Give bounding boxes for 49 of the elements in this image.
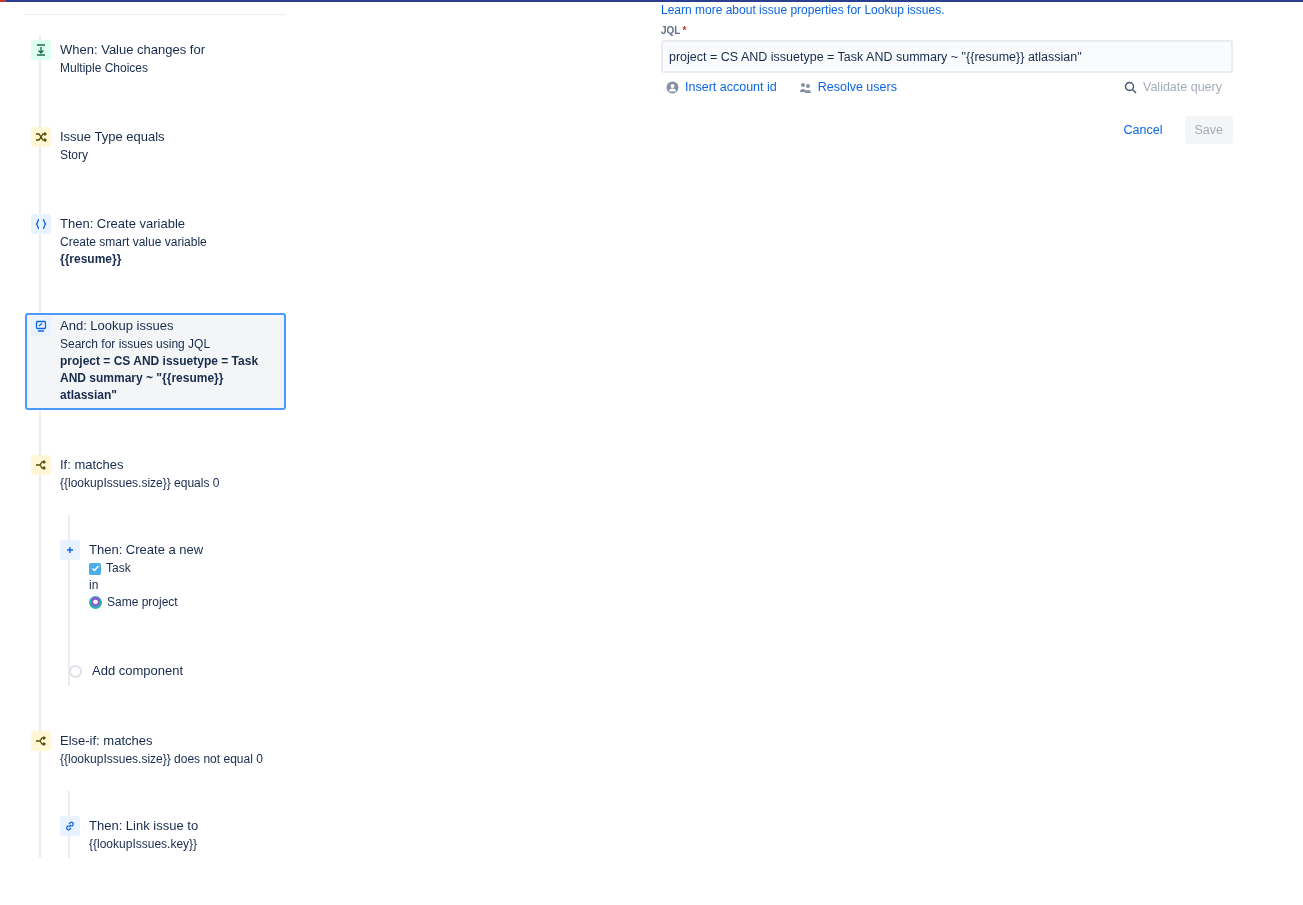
rule-title: Else-if: matches bbox=[60, 732, 154, 750]
condition-icon bbox=[31, 127, 51, 147]
link-icon bbox=[60, 816, 80, 836]
plus-icon bbox=[60, 540, 80, 560]
rule-title: If: matches bbox=[60, 456, 125, 474]
rule-title: And: Lookup issues bbox=[60, 317, 175, 335]
checkbox-icon bbox=[89, 562, 101, 575]
rule-detail: project = CS AND issuetype = Task AND summary ~ "{{resume}} atlassian" bbox=[60, 353, 260, 404]
field-label: JQL bbox=[661, 25, 681, 36]
rule-card[interactable]: And: Lookup issues Search for issues using JQL project = CS AND issuetype = Task AND summary ~ "{{resume}} atlassian" bbox=[25, 313, 286, 410]
learn-more-link[interactable]: Learn more about issue properties for Lookup issues. bbox=[661, 3, 945, 17]
rule-title: Then: Create variable bbox=[60, 215, 186, 233]
rule-detail: Search for issues using JQL bbox=[60, 336, 212, 353]
issue-type-label: Task bbox=[106, 560, 131, 577]
rule-detail: Multiple Choices bbox=[60, 60, 150, 77]
cancel-button[interactable]: Cancel bbox=[1113, 116, 1173, 144]
jql-input-field[interactable]: project = CS AND issuetype = Task AND summary ~ "{{resume}} atlassian" bbox=[661, 40, 1233, 73]
rule-card[interactable]: When: Value changes for Multiple Choices bbox=[25, 35, 286, 82]
required-mark: * bbox=[682, 25, 687, 36]
add-component-link[interactable]: Add component bbox=[92, 661, 184, 681]
project-label: Same project bbox=[107, 594, 178, 611]
variable-icon bbox=[31, 214, 51, 234]
branch-icon bbox=[31, 731, 51, 751]
search-icon bbox=[1124, 80, 1137, 94]
rule-detail: in bbox=[89, 577, 100, 594]
rule-title: Issue Type equals bbox=[60, 128, 165, 146]
trigger-icon bbox=[31, 40, 51, 60]
rule-title: Then: Create a new bbox=[89, 541, 204, 559]
project-avatar-icon bbox=[89, 596, 102, 609]
rule-card[interactable]: Then: Link issue to {{lookupIssues.key}} bbox=[54, 811, 286, 858]
rule-title: When: Value changes for bbox=[60, 41, 205, 59]
rule-detail: {{resume}} bbox=[60, 251, 123, 268]
account-action-link[interactable]: Insert account id bbox=[666, 80, 777, 94]
rule-detail: {{lookupIssues.size}} equals 0 bbox=[60, 475, 220, 492]
rule-card[interactable]: Else-if: matches {{lookupIssues.size}} does not equal 0 bbox=[25, 726, 286, 773]
rule-detail: {{lookupIssues.size}} does not equal 0 bbox=[60, 751, 263, 768]
rule-card[interactable]: If: matches {{lookupIssues.size}} equals 0 bbox=[25, 450, 286, 497]
users-icon bbox=[798, 80, 812, 94]
rule-detail: Story bbox=[60, 147, 89, 164]
rule-title: Then: Link issue to bbox=[89, 817, 199, 835]
rule-detail: Create smart value variable bbox=[60, 234, 207, 251]
rule-detail: {{lookupIssues.key}} bbox=[89, 836, 199, 853]
rule-card[interactable]: Issue Type equals Story bbox=[25, 122, 286, 169]
rule-card[interactable]: Then: Create a new Task in Same project bbox=[54, 535, 286, 616]
branch-icon bbox=[31, 455, 51, 475]
lookup-icon bbox=[31, 316, 51, 336]
users-action-link[interactable]: Resolve users bbox=[798, 80, 897, 94]
rule-card[interactable]: Then: Create variable Create smart value variable {{resume}} bbox=[25, 209, 286, 273]
user-icon bbox=[666, 80, 679, 94]
